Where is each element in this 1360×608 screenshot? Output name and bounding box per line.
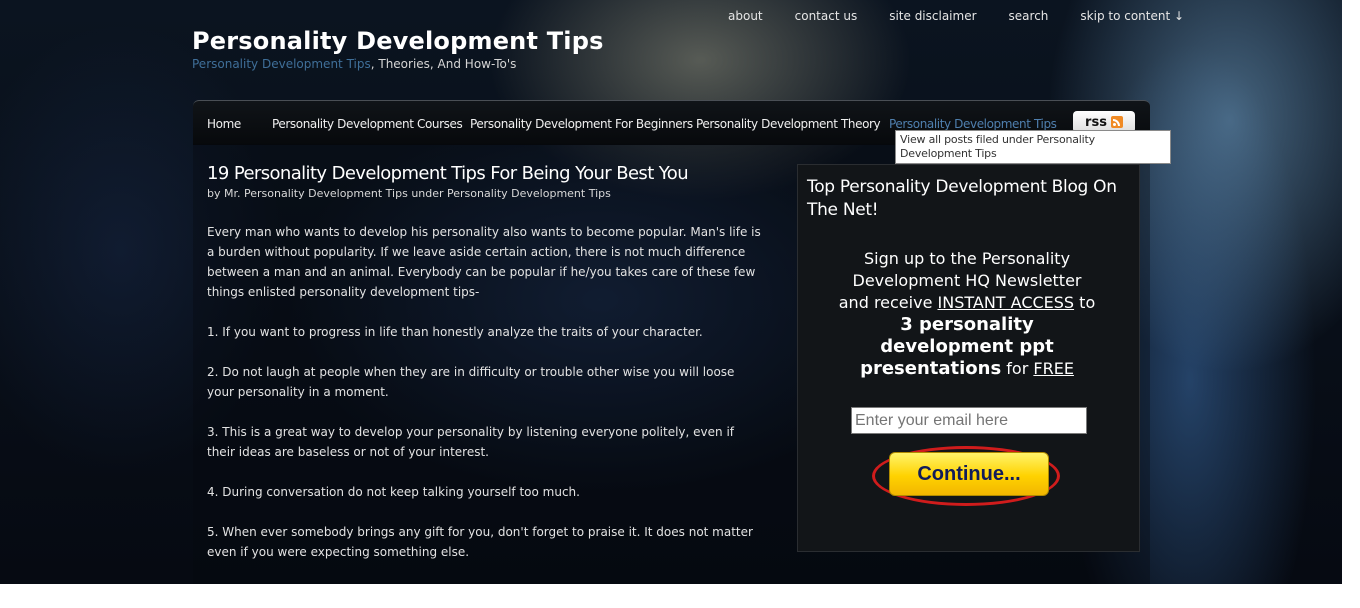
post-paragraph: 4. During conversation do not keep talki… [207, 485, 580, 499]
topnav-link-skip-to-content[interactable]: skip to content ↓ [1080, 9, 1184, 23]
nav-tooltip: View all posts filed under Personality D… [895, 130, 1171, 164]
post-paragraph: 5. When ever somebody brings any gift fo… [207, 525, 753, 559]
tagline-rest: , Theories, And How-To's [370, 57, 517, 71]
nav-item-home[interactable]: Home [207, 117, 241, 131]
site-title[interactable]: Personality Development Tips [192, 27, 604, 55]
topnav-link-contact[interactable]: contact us [795, 9, 858, 23]
nav-item-theory[interactable]: Personality Development Theory [696, 117, 881, 131]
newsletter-signup-text: Sign up to the Personality Development H… [835, 248, 1099, 380]
signup-to: to [1079, 293, 1096, 312]
sidebar-title: Top Personality Development Blog On The … [807, 177, 1117, 220]
post-paragraph: 3. This is a great way to develop your p… [207, 425, 735, 459]
nav-item-courses[interactable]: Personality Development Courses [272, 117, 463, 131]
post-paragraph: 1. If you want to progress in life than … [207, 325, 703, 339]
signup-free: FREE [1033, 359, 1074, 378]
top-navigation: about contact us site disclaimer search … [728, 9, 1184, 23]
post-body: Every man who wants to develop his perso… [207, 222, 763, 582]
page-background: about contact us site disclaimer search … [0, 0, 1342, 584]
site-tagline: Personality Development Tips, Theories, … [192, 57, 516, 71]
post-title[interactable]: 19 Personality Development Tips For Bein… [207, 163, 689, 184]
topnav-link-search[interactable]: search [1009, 9, 1049, 23]
nav-item-for-beginners[interactable]: Personality Development For Beginners [470, 117, 693, 131]
topnav-link-about[interactable]: about [728, 9, 763, 23]
tagline-highlight: Personality Development Tips [192, 57, 371, 71]
post-byline: by Mr. Personality Development Tips unde… [207, 187, 611, 200]
nav-item-tips[interactable]: Personality Development Tips [889, 117, 1057, 131]
post-paragraph: 2. Do not laugh at people when they are … [207, 365, 735, 399]
rss-feed-icon [1110, 116, 1123, 128]
email-input[interactable] [851, 407, 1087, 434]
continue-button[interactable]: Continue... [889, 452, 1049, 496]
signup-for: for [1006, 359, 1029, 378]
rss-label: rss [1085, 114, 1107, 130]
signup-instant-access: INSTANT ACCESS [937, 293, 1075, 312]
topnav-link-disclaimer[interactable]: site disclaimer [889, 9, 976, 23]
post-paragraph: Every man who wants to develop his perso… [207, 225, 761, 299]
